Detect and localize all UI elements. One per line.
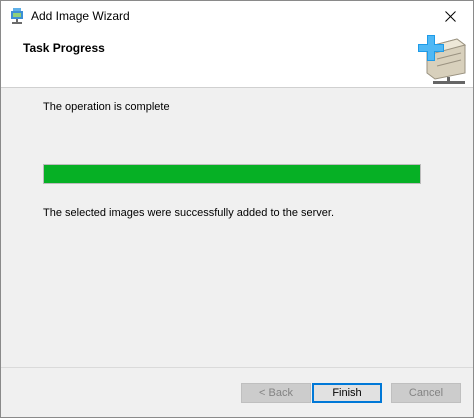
status-text: The operation is complete bbox=[43, 101, 170, 113]
image-server-icon bbox=[9, 8, 25, 24]
page-title: Task Progress bbox=[23, 41, 105, 55]
window-title: Add Image Wizard bbox=[31, 9, 130, 23]
add-image-server-icon bbox=[413, 33, 467, 85]
title-bar[interactable]: Add Image Wizard bbox=[1, 1, 473, 31]
finish-button[interactable]: Finish bbox=[312, 383, 382, 403]
wizard-header: Task Progress bbox=[1, 31, 473, 88]
close-button[interactable] bbox=[427, 1, 473, 31]
close-icon bbox=[444, 10, 456, 22]
back-button[interactable]: < Back bbox=[241, 383, 311, 403]
progress-fill bbox=[44, 165, 420, 183]
progress-bar bbox=[43, 164, 421, 184]
result-message: The selected images were successfully ad… bbox=[43, 207, 335, 219]
footer-divider bbox=[1, 367, 473, 368]
wizard-window: Add Image Wizard Task Progress The opera… bbox=[0, 0, 474, 418]
cancel-button[interactable]: Cancel bbox=[391, 383, 461, 403]
